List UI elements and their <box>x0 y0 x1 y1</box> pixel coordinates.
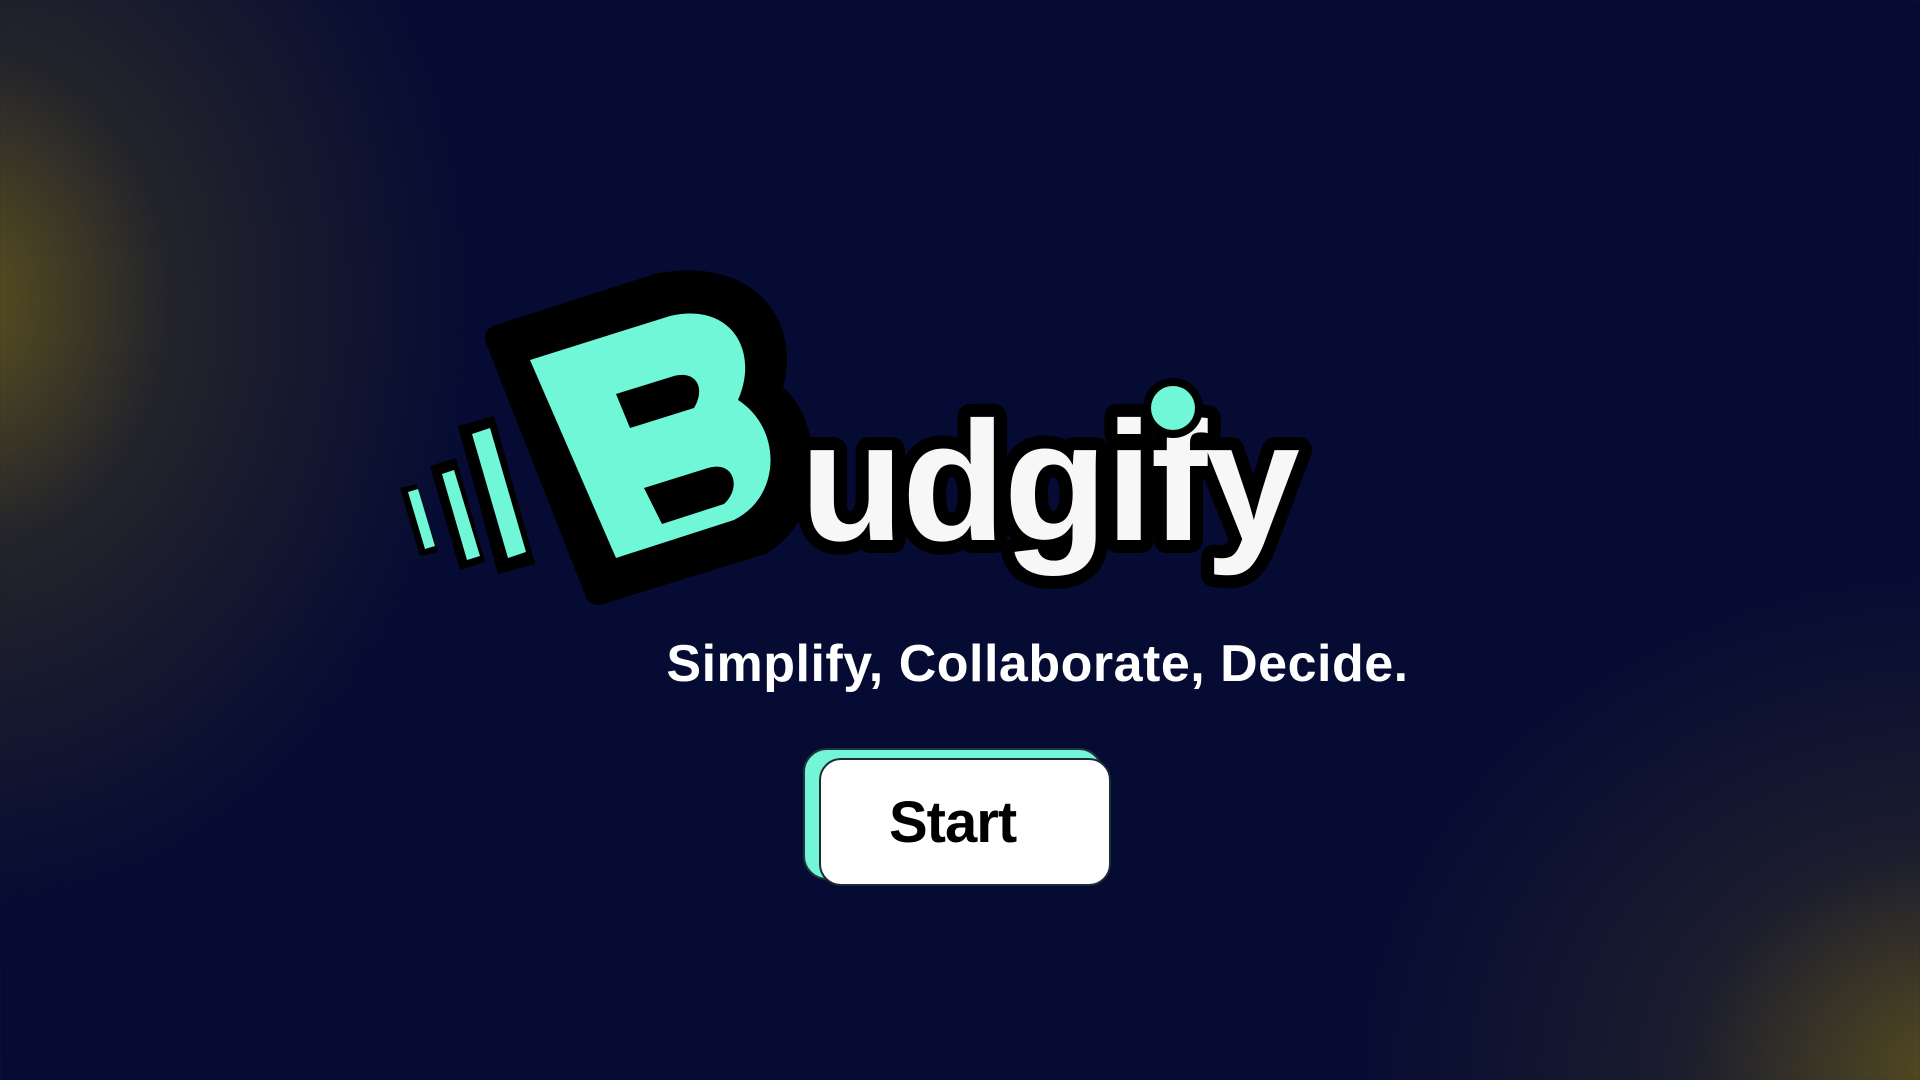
speed-lines-icon <box>400 416 535 574</box>
app-name: udgify <box>800 387 1299 577</box>
i-dot-icon <box>1143 378 1203 438</box>
tagline: Simplify, Collaborate, Decide. <box>666 635 1409 693</box>
start-button-label: Start <box>889 789 1017 855</box>
budgify-logo: udgify udgify <box>390 270 1410 670</box>
start-button-group: Start <box>803 748 1117 894</box>
logo-b-icon <box>485 270 814 605</box>
start-button[interactable]: Start <box>819 758 1111 886</box>
